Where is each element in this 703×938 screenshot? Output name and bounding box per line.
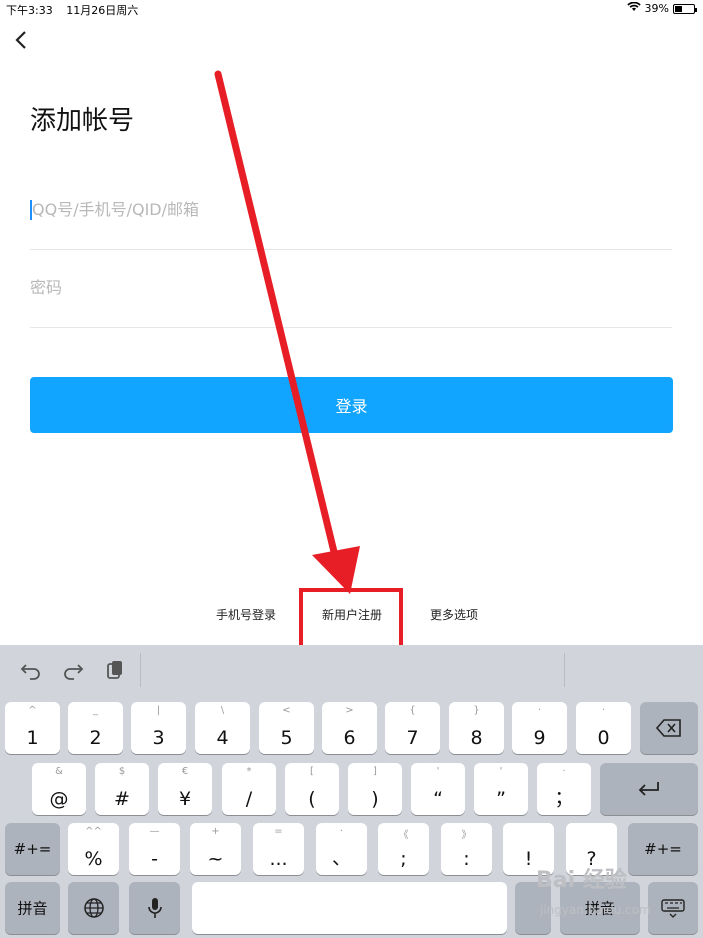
key-4[interactable]: \ 4 [195,702,250,754]
status-date: 11月26日周六 [66,4,139,17]
key-slash[interactable]: * / [222,763,276,815]
key-6[interactable]: >6 [322,702,377,754]
space-key[interactable] [192,882,507,934]
key-5[interactable]: <5 [259,702,314,754]
battery-icon [673,3,697,14]
highlight-box [299,588,403,652]
password-input[interactable] [30,278,672,297]
key-at[interactable]: & @ [32,763,86,815]
backspace-icon [655,719,681,737]
key-8[interactable]: } 8 [449,702,504,754]
return-key[interactable] [600,763,698,815]
wifi-icon [626,1,641,15]
symbols-key-right[interactable]: #+= [628,823,698,875]
globe-icon [83,898,104,918]
key-open-quote[interactable]: ' “ [411,763,465,815]
key-ellipsis[interactable]: =... [253,823,304,875]
key-close-quote[interactable]: '” [474,763,528,815]
toolbar-divider [140,653,141,687]
key-2[interactable]: _ 2 [68,702,123,754]
key-7[interactable]: {7 [385,702,440,754]
more-options-link[interactable]: 更多选项 [430,606,478,623]
battery-percent: 39% [644,2,669,15]
watermark-text: Bai 经验 [536,868,627,893]
key-percent[interactable]: ^^% [68,823,119,875]
symbols-key-left[interactable]: #+= [5,823,60,875]
back-button[interactable] [10,28,34,52]
key-enumeration-comma[interactable]: ·、 [316,823,367,875]
status-bar: 下午3:33 11月26日周六 39% [0,0,703,18]
paste-icon[interactable] [104,659,126,681]
backspace-key[interactable] [640,702,698,754]
key-tilde[interactable]: + ~ [190,823,241,875]
account-input[interactable] [30,200,672,219]
page-title: 添加帐号 [30,106,135,136]
hide-keyboard-key[interactable] [648,882,698,934]
key-3[interactable]: | 3 [131,702,186,754]
keyboard-toolbar [0,645,703,695]
key-minus[interactable]: — - [129,823,180,875]
password-field [30,274,672,328]
chevron-left-icon [15,31,26,49]
key-1[interactable]: ^ 1 [5,702,60,754]
watermark-url: jingyan.baidu.com [540,903,651,917]
keyboard: ^ 1 _ 2 | 3 \ 4 <5 >6 {7 } 8 · 9 · 0 & @ $ # € ¥ *… [0,645,703,938]
status-time: 下午3:33 [6,4,53,17]
key-yen[interactable]: € ¥ [158,763,212,815]
key-close-paren[interactable]: ]) [348,763,402,815]
key-semicolon[interactable]: 《; [378,823,429,875]
keyboard-hide-icon [661,899,685,918]
screen: 下午3:33 11月26日周六 39% 添加帐号 登录 手机号登录 新用户注册 … [0,0,703,938]
microphone-key[interactable] [129,882,180,934]
key-0[interactable]: · 0 [576,702,631,754]
login-button[interactable]: 登录 [30,377,673,433]
toolbar-divider [564,653,565,687]
globe-key[interactable] [68,882,119,934]
phone-login-link[interactable]: 手机号登录 [216,606,276,623]
microphone-icon [147,898,162,918]
undo-icon[interactable] [20,659,42,681]
key-open-paren[interactable]: [( [285,763,339,815]
account-field [30,196,672,250]
key-hash[interactable]: $ # [95,763,149,815]
key-9[interactable]: · 9 [512,702,567,754]
pinyin-key[interactable]: 拼音 [5,882,60,934]
key-colon[interactable]: 》: [441,823,492,875]
redo-icon[interactable] [62,659,84,681]
return-icon [638,782,659,796]
text-caret [30,200,32,220]
key-semicolon-fullwidth[interactable]: ·； [537,763,591,815]
